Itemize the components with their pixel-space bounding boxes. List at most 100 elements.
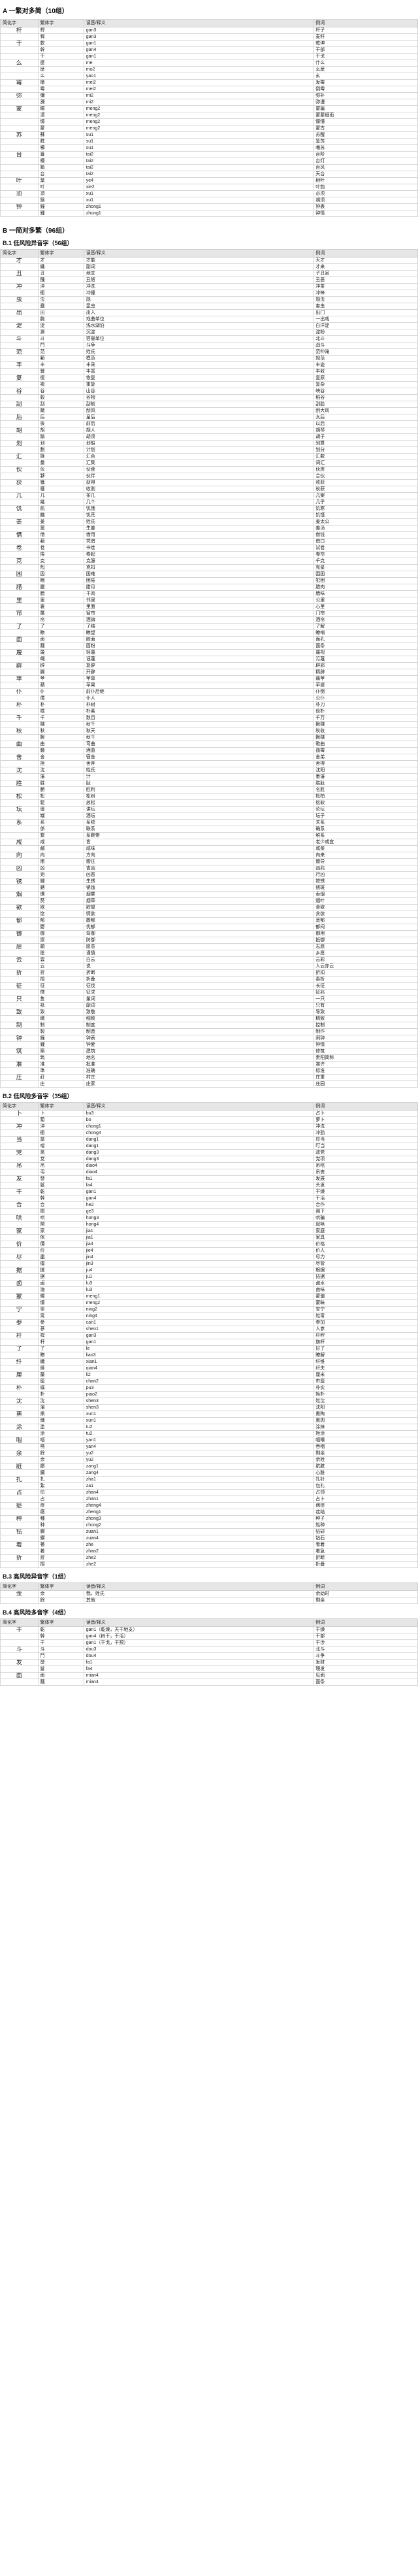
table-cell: 贪欲 <box>313 911 418 918</box>
table-cell: 參 <box>37 1319 84 1326</box>
table-cell: 瞭 <box>37 1352 84 1359</box>
table-cell: 脸面 <box>83 636 314 643</box>
table-cell <box>0 473 39 480</box>
table-cell: 尽力 <box>313 1254 418 1261</box>
table-cell: 折叠 <box>83 976 314 983</box>
table-cell: meng2 <box>83 125 314 132</box>
table-cell: 衝 <box>37 1129 84 1137</box>
table-row: 幹 gan4 干活 <box>0 1195 418 1202</box>
table-cell: 么 <box>37 73 84 80</box>
table-cell: 刮脸 <box>313 401 418 408</box>
table-cell <box>0 99 39 106</box>
table-cell: 了 <box>0 1345 39 1352</box>
table-cell <box>0 1404 39 1411</box>
table-cell: 台灯 <box>313 158 418 165</box>
table-cell: 斗 <box>0 1646 39 1653</box>
table-cell: 苹 <box>0 675 39 682</box>
table-cell: 曲 <box>0 741 39 748</box>
table-cell <box>0 1299 39 1307</box>
table-cell: 腊味 <box>313 590 418 597</box>
table-cell: 濛 <box>37 112 84 119</box>
table-cell: 帘 <box>37 616 84 624</box>
table-cell <box>0 290 39 297</box>
table-cell: 衹 <box>37 1002 84 1009</box>
table-cell: jin3 <box>83 1260 314 1267</box>
table-cell: 几乎 <box>313 499 418 506</box>
table-cell <box>0 342 39 349</box>
table-row: 涂 tu2 姓涂 <box>0 1430 418 1437</box>
column-header: 繁体字 <box>37 19 84 27</box>
table-cell: 鬍 <box>37 433 84 441</box>
table-row: 樸朴素 俭朴 <box>0 708 418 715</box>
table-cell: 姓氏 <box>83 767 314 774</box>
table-cell: 烟雾 <box>83 891 314 898</box>
table-cell: 余幼时 <box>313 1590 418 1597</box>
table-cell <box>0 721 39 728</box>
table-cell <box>0 329 39 336</box>
table-row: 杆桿 gan3 杆秤 <box>0 1332 418 1339</box>
table-cell: 勝 <box>37 786 84 794</box>
table-cell: 斗争 <box>313 1652 418 1660</box>
table-cell: 曲 <box>37 741 84 748</box>
table-row: 懞 meng2 蒙昧 <box>0 1299 418 1307</box>
table-cell: 朴 <box>37 701 84 709</box>
table-cell: 秋收 <box>313 728 418 735</box>
table-row: 僕仆人 公仆 <box>0 695 418 702</box>
table-cell <box>0 1378 39 1385</box>
table-cell: 姓涂 <box>313 1430 418 1437</box>
table-row: 麽 mo2 幺麽 <box>0 66 418 73</box>
table-cell: zhe2 <box>83 1554 314 1562</box>
table-row: 杆 gan1 旗杆 <box>0 1339 418 1346</box>
table-cell: 联系 <box>83 826 314 833</box>
table-cell: 韆 <box>37 721 84 728</box>
table-cell: 生锈 <box>83 878 314 885</box>
table-cell: yao1 <box>83 73 314 80</box>
table-row: 蔔 bo 萝卜 <box>0 1116 418 1124</box>
table-row: 凶凶吉凶 凶兆 <box>0 865 418 872</box>
table-row: 醜丑陋 丑恶 <box>0 276 418 284</box>
table-cell: mo2 <box>83 66 314 73</box>
table-cell: 蔑视 <box>313 649 418 656</box>
table-cell: 关系 <box>313 819 418 826</box>
table-cell: 腊月 <box>83 584 314 591</box>
table-cell: 筑 <box>37 1054 84 1062</box>
table-cell: he2 <box>83 1201 314 1209</box>
table-row: 銹锈蚀 锈斑 <box>0 884 418 892</box>
table-cell: 帘 <box>0 610 39 617</box>
table-row: 余 yu2 余姓 <box>0 1456 418 1464</box>
table-cell: 占 <box>37 1496 84 1503</box>
table-cell: 模范 <box>83 355 314 362</box>
table-cell: ning4 <box>83 1313 314 1320</box>
table-cell: 復 <box>37 375 84 382</box>
table-row: 澱沉淀 淀粉 <box>0 329 418 336</box>
table-cell <box>0 1639 39 1647</box>
table-cell: 秋 <box>0 728 39 735</box>
table-cell: jia4 <box>83 1241 314 1248</box>
table-row: 发發 fa1 发展 <box>0 1175 418 1182</box>
table-cell: diao4 <box>83 1169 314 1176</box>
table-cell: 余 <box>0 1590 39 1597</box>
table-cell: 沈阳 <box>313 1404 418 1411</box>
table-cell: zuan1 <box>83 1528 314 1535</box>
table-row: 燻 xun1 熏肉 <box>0 1417 418 1424</box>
table-cell: 心里 <box>313 603 418 611</box>
section-b4-title: B.4 高风险多音字（4组） <box>3 1609 70 1616</box>
table-cell: 胜 <box>0 780 39 787</box>
table-cell: ju1 <box>83 1273 314 1280</box>
table-cell: 蒙昧 <box>313 1299 418 1307</box>
table-cell: 复原 <box>313 375 418 382</box>
table-cell: 穀 <box>37 394 84 401</box>
table-cell: 抵御 <box>313 937 418 944</box>
table-row: 麵 mian4 面条 <box>0 1679 418 1686</box>
table-cell: 其他 <box>83 1597 314 1604</box>
table-cell: zhe2 <box>83 1561 314 1568</box>
table-row: 里里邻里 公里 <box>0 597 418 604</box>
table-row: 种種 zhong3 种子 <box>0 1515 418 1522</box>
table-cell: jia1 <box>83 1234 314 1241</box>
table-row: 克克克服 千克 <box>0 558 418 565</box>
table-cell: 淀 <box>0 322 39 329</box>
column-header: 例词 <box>313 249 418 258</box>
table-cell: 准确 <box>83 1067 314 1075</box>
table-cell: 市厘 <box>313 1378 418 1385</box>
table-cell: 傢 <box>37 1234 84 1241</box>
